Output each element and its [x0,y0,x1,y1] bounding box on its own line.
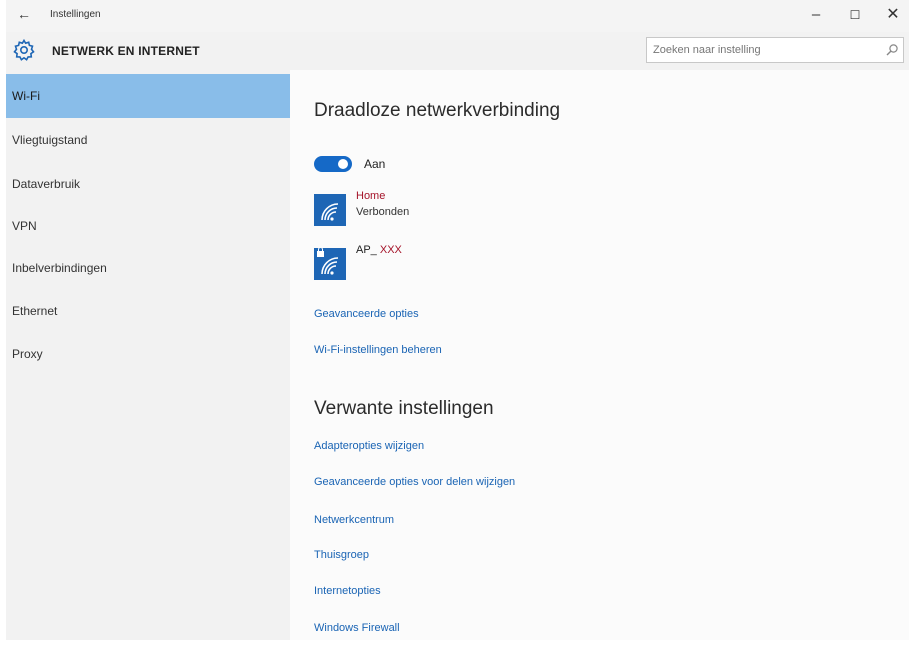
toggle-label: Aan [364,157,386,171]
advanced-options-link[interactable]: Geavanceerde opties [314,308,419,320]
wifi-icon [314,194,346,226]
network-center-link[interactable]: Netwerkcentrum [314,514,394,526]
wifi-toggle[interactable] [314,156,352,172]
sidebar: Wi-Fi Vliegtuigstand Dataverbruik VPN In… [6,70,290,640]
related-settings-title: Verwante instellingen [314,398,494,419]
sidebar-item-proxy[interactable]: Proxy [6,332,290,376]
sidebar-item-inbelverbindingen[interactable]: Inbelverbindingen [6,246,290,290]
bottom-strip [0,640,909,658]
change-adapter-options-link[interactable]: Adapteropties wijzigen [314,440,424,452]
internet-options-link[interactable]: Internetopties [314,585,381,597]
homegroup-link[interactable]: Thuisgroep [314,549,369,561]
minimize-button[interactable]: – [801,4,831,26]
sidebar-item-dataverbruik[interactable]: Dataverbruik [6,162,290,206]
section-title: NETWERK EN INTERNET [52,44,200,58]
search-icon[interactable] [885,43,899,57]
page-header: NETWERK EN INTERNET [6,32,909,70]
sidebar-item-vliegtuigstand[interactable]: Vliegtuigstand [6,118,290,162]
network-item-ap[interactable]: AP_ XXX [314,244,594,284]
change-sharing-options-link[interactable]: Geavanceerde opties voor delen wijzigen [314,476,515,488]
windows-firewall-link[interactable]: Windows Firewall [314,622,400,634]
network-name: Home [356,190,386,202]
sidebar-item-vpn[interactable]: VPN [6,204,290,248]
gear-icon [13,38,35,61]
toggle-knob [338,159,348,169]
sidebar-item-wifi[interactable]: Wi-Fi [6,74,290,118]
wifi-secured-icon [314,248,346,280]
network-name-suffix: XXX [379,244,402,256]
network-name-prefix: AP_ [356,244,377,256]
manage-wifi-settings-link[interactable]: Wi-Fi-instellingen beheren [314,344,442,356]
maximize-button[interactable]: ☐ [840,4,870,26]
sidebar-item-ethernet[interactable]: Ethernet [6,289,290,333]
title-bar: ← Instellingen – ☐ ✕ [6,0,909,32]
window-title: Instellingen [50,9,101,20]
network-item-home[interactable]: Home Verbonden [314,190,594,230]
settings-window: ← Instellingen – ☐ ✕ NETWERK EN INTERNET… [6,0,909,640]
main-content: Draadloze netwerkverbinding Aan Home Ver… [290,70,909,640]
search-box[interactable] [646,37,904,63]
network-status: Verbonden [356,206,410,218]
search-input[interactable] [653,41,873,59]
back-arrow-icon[interactable]: ← [14,5,34,23]
network-name: AP_ XXX [356,244,402,256]
page-title: Draadloze netwerkverbinding [314,100,561,121]
close-button[interactable]: ✕ [878,4,908,26]
